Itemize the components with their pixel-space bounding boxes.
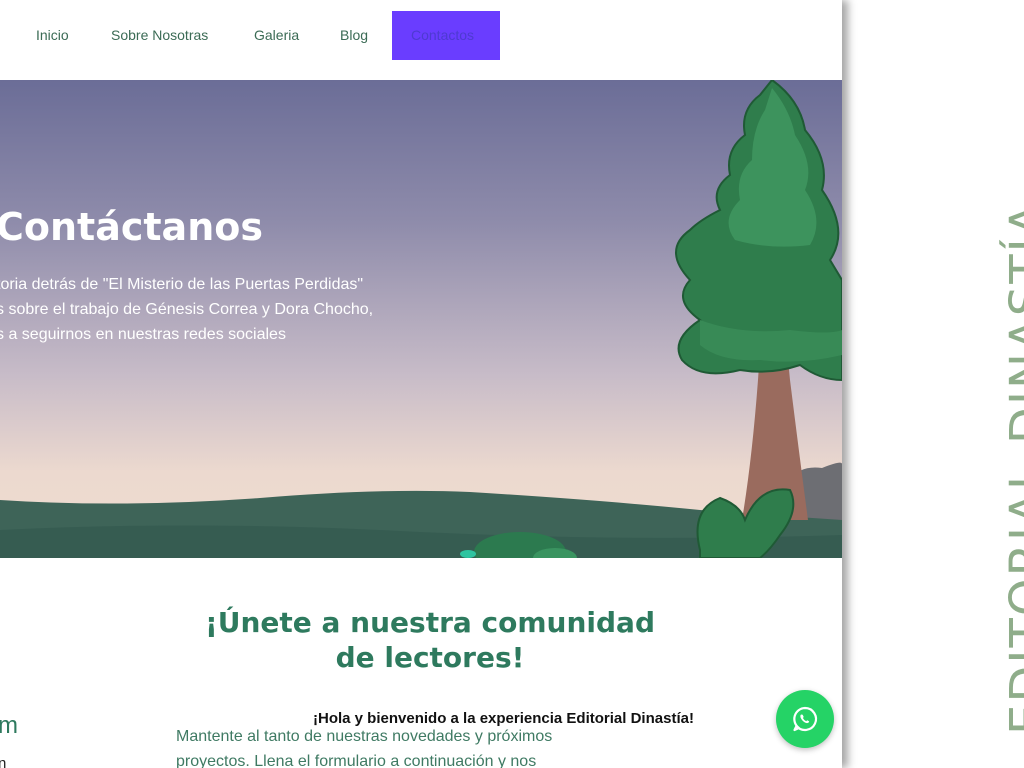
community-title: ¡Únete a nuestra comunidad de lectores! [160,605,700,675]
nav-item-inicio[interactable]: Inicio [36,27,69,43]
whatsapp-button[interactable] [776,690,834,748]
community-title-line-2: de lectores! [335,641,525,674]
community-description-line-1: Mantente al tanto de nuestras novedades … [176,728,553,745]
hero-text-line-2: s sobre el trabajo de Génesis Correa y D… [0,301,374,318]
chat-welcome-message: ¡Hola y bienvenido a la experiencia Edit… [313,710,694,727]
hero-banner: Contáctanos toria detrás de "El Misterio… [0,80,842,558]
nav-item-blog[interactable]: Blog [340,27,368,43]
hero-illustration [0,80,842,558]
community-title-line-1: ¡Únete a nuestra comunidad [204,606,655,639]
nav-item-contactos[interactable]: Contactos [392,11,500,60]
hero-title: Contáctanos [0,205,263,249]
community-description: Mantente al tanto de nuestras novedades … [176,724,636,768]
community-description-line-2: proyectos. Llena el formulario a continu… [176,753,537,768]
page: Inicio Sobre Nosotras Galeria Blog Conta… [0,0,842,768]
whatsapp-icon [793,706,818,732]
nav-item-sobre-nosotras[interactable]: Sobre Nosotras [111,27,208,43]
hero-text-line-3: s a seguirnos en nuestras redes sociales [0,326,286,343]
top-navigation: Inicio Sobre Nosotras Galeria Blog Conta… [0,0,842,80]
left-heading-fragment: m [0,712,18,739]
hero-text-line-1: toria detrás de "El Misterio de las Puer… [0,276,364,293]
right-panel [842,0,1024,768]
nav-item-galeria[interactable]: Galeria [254,27,299,43]
left-text-fragment: n [0,755,7,768]
vertical-brand-text: EDITORIAL DINASTÍA [1000,201,1024,735]
